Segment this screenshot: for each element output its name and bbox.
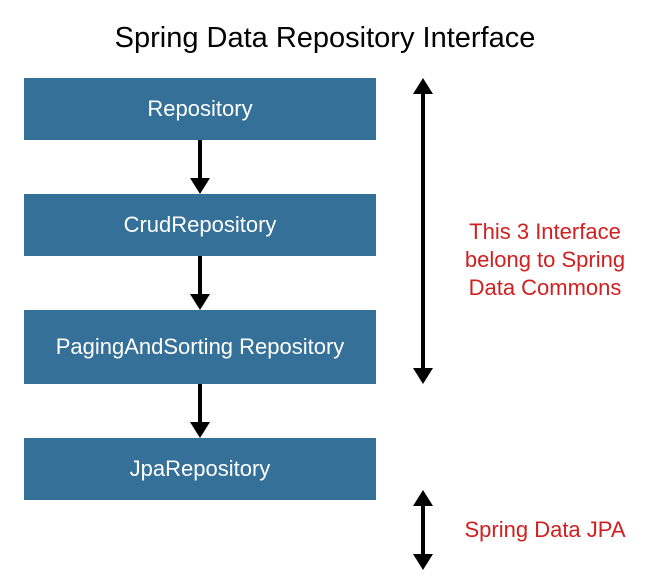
box-crud-label: CrudRepository [124, 212, 277, 238]
arrow-down-icon [185, 140, 215, 194]
diagram-title: Spring Data Repository Interface [0, 0, 650, 55]
double-arrow-icon [408, 490, 438, 570]
note-commons: This 3 Interface belong to Spring Data C… [450, 218, 640, 302]
arrow-2 [24, 256, 376, 310]
box-jpa-label: JpaRepository [130, 456, 271, 482]
bracket-commons [408, 78, 438, 384]
arrow-3 [24, 384, 376, 438]
box-paging-sorting-repository: PagingAndSorting Repository [24, 310, 376, 384]
double-arrow-icon [408, 78, 438, 384]
arrow-down-icon [185, 384, 215, 438]
box-repository-label: Repository [147, 96, 252, 122]
note-jpa: Spring Data JPA [450, 516, 640, 544]
arrow-down-icon [185, 256, 215, 310]
box-paging-label: PagingAndSorting Repository [56, 334, 345, 360]
bracket-jpa [408, 490, 438, 570]
box-jpa-repository: JpaRepository [24, 438, 376, 500]
arrow-1 [24, 140, 376, 194]
box-repository: Repository [24, 78, 376, 140]
box-crud-repository: CrudRepository [24, 194, 376, 256]
